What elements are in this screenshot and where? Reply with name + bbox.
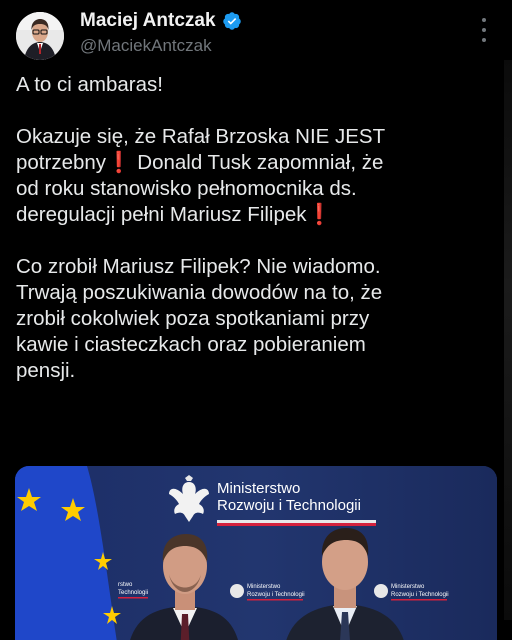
tweet-fragment: deregulacji pełni Mariusz Filipek xyxy=(16,203,307,226)
tweet-line: Okazuje się, że Rafał Brzoska NIE JEST xyxy=(16,125,386,148)
tweet-line: Co zrobił Mariusz Filipek? Nie wiadomo. xyxy=(16,255,381,278)
more-options-icon[interactable] xyxy=(474,18,494,42)
tweet-line: Trwają poszukiwania dowodów na to, że xyxy=(16,281,383,304)
exclamation-emoji-icon: ❗ xyxy=(106,151,132,174)
tweet-line: kawie i ciasteczkach oraz pobieraniem xyxy=(16,333,366,356)
ministry-title-line2: Rozwoju i Technologii xyxy=(217,497,361,514)
svg-text:Rozwoju i Technologii: Rozwoju i Technologii xyxy=(247,592,305,598)
tweet-line: deregulacji pełni Mariusz Filipek❗ xyxy=(16,202,494,228)
tweet-fragment: Donald Tusk zapomniał, że xyxy=(137,151,384,174)
scroll-edge xyxy=(504,60,512,620)
svg-text:Ministerstwo: Ministerstwo xyxy=(247,584,281,590)
tweet-fragment: potrzebny xyxy=(16,151,107,174)
tweet-line: zrobił cokolwiek poza spotkaniami przy xyxy=(16,307,370,330)
svg-text:Rozwoju i Technologii: Rozwoju i Technologii xyxy=(391,592,449,598)
tweet: Maciej Antczak @MaciekAntczak A to ci am… xyxy=(0,0,512,640)
svg-text:Ministerstwo: Ministerstwo xyxy=(391,584,425,590)
ministry-title-line1: Ministerstwo xyxy=(217,480,300,497)
tweet-line: potrzebny❗ Donald Tusk zapomniał, że xyxy=(16,150,494,176)
tweet-line: pensji. xyxy=(16,359,76,382)
author-handle[interactable]: @MaciekAntczak xyxy=(80,36,212,56)
tweet-photo[interactable]: Ministerstwo Rozwoju i Technologii rstwo… xyxy=(15,466,497,640)
author-name-row[interactable]: Maciej Antczak xyxy=(80,10,242,32)
svg-text:rstwo: rstwo xyxy=(118,582,133,588)
avatar[interactable] xyxy=(16,12,64,60)
verified-badge-icon xyxy=(222,12,241,30)
tweet-line: A to ci ambaras! xyxy=(16,73,163,96)
author-name[interactable]: Maciej Antczak xyxy=(80,10,216,32)
avatar-image xyxy=(16,12,64,60)
svg-text:Technologii: Technologii xyxy=(118,590,148,596)
tweet-line: od roku stanowisko pełnomocnika ds. xyxy=(16,177,357,200)
exclamation-emoji-icon: ❗ xyxy=(306,203,333,226)
tweet-text: A to ci ambaras! Okazuje się, że Rafał B… xyxy=(16,72,494,384)
